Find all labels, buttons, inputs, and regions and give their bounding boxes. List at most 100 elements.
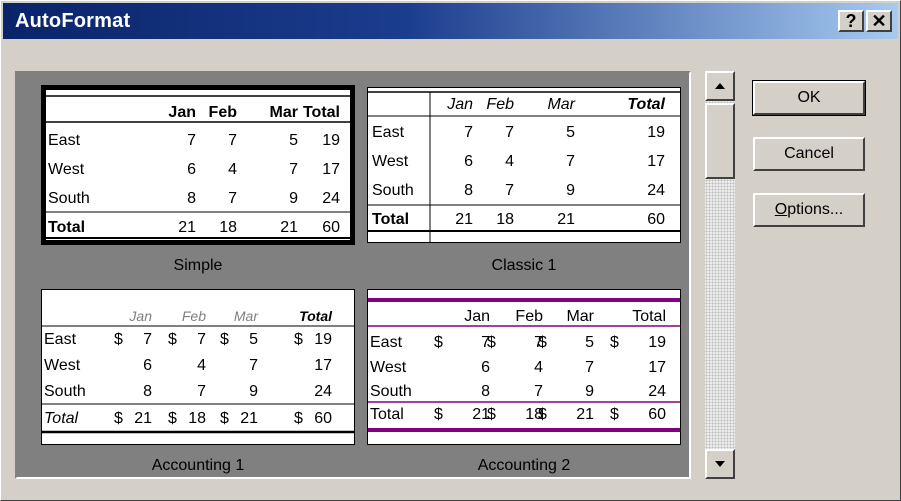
value-cell: 17	[314, 357, 332, 374]
format-accounting2-preview[interactable]: Jan Feb Mar Total East $7 $7 $5 $19 West 6 4 7 17 Sout…	[367, 289, 681, 445]
value-cell: 8	[187, 190, 196, 207]
close-button[interactable]: ✕	[866, 10, 892, 32]
format-accounting2-label: Accounting 2	[477, 457, 571, 474]
col-header: Mar	[234, 308, 259, 324]
row-label: Total	[48, 219, 85, 236]
format-simple-preview[interactable]: Jan Feb Mar Total East 7 7 5 19 West 6 4 7 17 South 8 7 9…	[41, 85, 355, 245]
col-header: Jan	[128, 308, 152, 324]
format-classic1-preview[interactable]: Jan Feb Mar Total East 7 7 5 19 West 6 4 7 17 South 8 7 9…	[367, 87, 681, 243]
value-cell: 24	[322, 190, 340, 207]
value-cell: 7	[187, 132, 196, 149]
value-cell: 21	[178, 219, 196, 236]
col-header: Total	[632, 308, 666, 325]
value-cell: 7	[464, 124, 473, 141]
currency-symbol: $	[487, 406, 496, 423]
value-cell: 6	[481, 359, 490, 376]
value-cell: 8	[481, 383, 490, 400]
col-header: Total	[627, 96, 665, 113]
value-cell: 6	[464, 153, 473, 170]
value-cell: 19	[648, 334, 666, 351]
help-button[interactable]: ?	[838, 10, 864, 32]
col-header: Mar	[547, 96, 575, 113]
value-cell: 5	[249, 331, 258, 348]
value-cell: 7	[228, 132, 237, 149]
row-label: East	[48, 132, 81, 149]
value-cell: 5	[289, 132, 298, 149]
currency-symbol: $	[294, 410, 303, 427]
col-header: Jan	[446, 96, 473, 113]
scrollbar-thumb[interactable]	[705, 103, 735, 179]
value-cell: 24	[648, 383, 666, 400]
value-cell: 18	[188, 410, 206, 427]
vertical-scrollbar[interactable]	[705, 71, 735, 479]
col-header: Total	[299, 308, 333, 324]
row-label: South	[372, 182, 414, 199]
cancel-button[interactable]: Cancel	[753, 137, 865, 171]
value-cell: 24	[647, 182, 665, 199]
arrow-down-icon	[715, 461, 725, 467]
value-cell: 21	[240, 410, 258, 427]
accounting2-preview-table: Jan Feb Mar TotalEast $7$ 7$ 5 $19West 6 4 7 17Sout…	[368, 298, 680, 432]
value-cell: 4	[534, 359, 543, 376]
value-cell: 60	[322, 219, 340, 236]
row-label: East	[372, 124, 405, 141]
col-header: Jan	[464, 308, 490, 325]
value-cell: 6	[143, 357, 152, 374]
title-bar: AutoFormat ? ✕	[3, 3, 898, 39]
value-cell: 19	[322, 132, 340, 149]
format-gallery: Jan Feb Mar Total East 7 7 5 19 West 6 4 7 17 South 8 7 9…	[15, 71, 691, 479]
row-label: West	[372, 153, 409, 170]
currency-symbol: $	[487, 334, 496, 351]
value-cell: 7	[534, 383, 543, 400]
value-cell: 21	[455, 211, 473, 228]
scroll-down-button[interactable]	[705, 449, 735, 479]
options-button[interactable]: Options...	[753, 193, 865, 227]
format-accounting1-label: Accounting 1	[151, 457, 245, 474]
value-cell: 60	[647, 211, 665, 228]
value-cell: 17	[322, 161, 340, 178]
autoformat-dialog: AutoFormat ? ✕ Jan Feb Mar Total East 7 7 5 19 We…	[0, 0, 901, 501]
format-accounting1-preview[interactable]: Jan Feb Mar Total East $7 $7 $5 $19 West 6 4 7 17 Sout…	[41, 289, 355, 445]
value-cell: 7	[197, 331, 206, 348]
currency-symbol: $	[538, 406, 547, 423]
row-label: Total	[370, 406, 404, 423]
row-label: Total	[44, 410, 79, 427]
value-cell: 21	[134, 410, 152, 427]
row-label: East	[44, 331, 77, 348]
value-cell: 60	[648, 406, 666, 423]
value-cell: 7	[566, 153, 575, 170]
value-cell: 5	[585, 334, 594, 351]
value-cell: 24	[314, 383, 332, 400]
value-cell: 7	[228, 190, 237, 207]
row-label: Total	[372, 211, 409, 228]
accounting1-preview-table: Jan Feb Mar Total East $7 $7 $5 $19 West 6 4 7 17 Sout…	[42, 308, 354, 434]
scroll-up-button[interactable]	[705, 71, 735, 101]
value-cell: 7	[289, 161, 298, 178]
value-cell: 7	[585, 359, 594, 376]
currency-symbol: $	[294, 331, 303, 348]
value-cell: 7	[197, 383, 206, 400]
value-cell: 7	[505, 124, 514, 141]
value-cell: 8	[464, 182, 473, 199]
row-label: West	[48, 161, 85, 178]
col-header: Feb	[182, 308, 206, 324]
col-header: Feb	[515, 308, 543, 325]
currency-symbol: $	[434, 406, 443, 423]
ok-button[interactable]: OK	[752, 80, 866, 116]
classic1-preview-table: Jan Feb Mar Total East 7 7 5 19 West 6 4 7 17 South 8 7 9…	[368, 91, 680, 242]
currency-symbol: $	[114, 410, 123, 427]
value-cell: 21	[557, 211, 575, 228]
currency-symbol: $	[168, 410, 177, 427]
value-cell: 9	[249, 383, 258, 400]
value-cell: 9	[585, 383, 594, 400]
row-label: South	[370, 383, 412, 400]
value-cell: 4	[505, 153, 514, 170]
format-classic1-label: Classic 1	[491, 257, 557, 274]
value-cell: 9	[566, 182, 575, 199]
options-mnemonic: O	[774, 201, 788, 218]
value-cell: 19	[314, 331, 332, 348]
row-label: West	[370, 359, 407, 376]
value-cell: 21	[280, 219, 298, 236]
row-label: East	[370, 334, 403, 351]
row-label: West	[44, 357, 81, 374]
